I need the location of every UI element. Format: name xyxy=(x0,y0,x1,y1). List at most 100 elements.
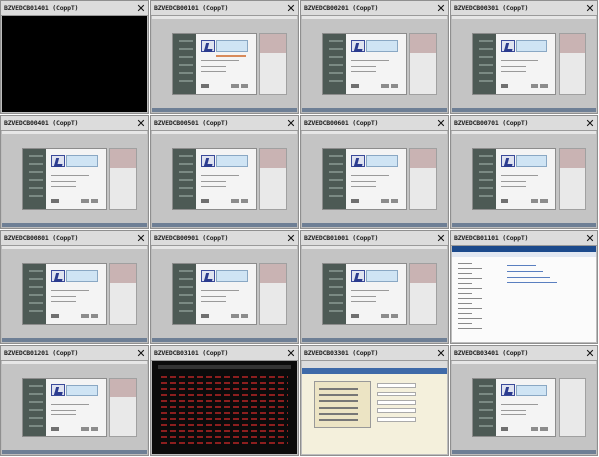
thumbnail-detail xyxy=(29,310,44,313)
session-screen-thumbnail[interactable] xyxy=(452,16,596,112)
close-icon[interactable]: ✕ xyxy=(584,117,596,129)
thumbnail-detail xyxy=(201,301,227,303)
session-screen-thumbnail[interactable] xyxy=(2,246,147,342)
close-icon[interactable]: ✕ xyxy=(285,2,297,14)
thumbnail-detail xyxy=(501,175,538,177)
thumbnail-detail xyxy=(501,84,509,88)
thumbnail-detail xyxy=(515,40,548,52)
thumbnail-detail xyxy=(329,72,344,75)
thumbnail-detail xyxy=(457,313,473,315)
close-icon[interactable]: ✕ xyxy=(135,347,147,359)
session-name: BZVEDCB00901 (CoppT) xyxy=(154,234,229,242)
session-screen-thumbnail[interactable] xyxy=(452,246,596,342)
thumbnail-detail xyxy=(559,149,586,169)
session-screen-thumbnail[interactable] xyxy=(152,16,297,112)
close-icon[interactable]: ✕ xyxy=(435,347,447,359)
thumbnail-detail xyxy=(231,199,239,203)
session-screen-thumbnail[interactable] xyxy=(302,16,447,112)
thumbnail-detail xyxy=(2,246,147,249)
thumbnail-detail xyxy=(51,404,89,406)
thumbnail-detail xyxy=(530,84,538,88)
session-screen-thumbnail[interactable] xyxy=(152,131,297,227)
session-tile-10[interactable]: BZVEDCB00901 (CoppT) ✕ xyxy=(150,230,299,344)
thumbnail-detail xyxy=(201,175,239,177)
session-tile-8[interactable]: BZVEDCB00701 (CoppT) ✕ xyxy=(450,115,598,229)
session-tile-6[interactable]: BZVEDCB00501 (CoppT) ✕ xyxy=(150,115,299,229)
close-icon[interactable]: ✕ xyxy=(135,232,147,244)
session-screen-thumbnail[interactable] xyxy=(2,361,147,454)
session-screen-thumbnail[interactable] xyxy=(302,246,447,342)
thumbnail-detail xyxy=(366,270,399,282)
session-tile-2[interactable]: BZVEDCB00101 (CoppT) ✕ xyxy=(150,0,299,114)
session-screen-thumbnail[interactable] xyxy=(152,246,297,342)
session-screen-thumbnail[interactable] xyxy=(152,361,297,454)
thumbnail-detail xyxy=(319,387,358,390)
session-titlebar: BZVEDCB00701 (CoppT) ✕ xyxy=(451,116,597,131)
thumbnail-detail xyxy=(530,427,538,431)
session-tile-14[interactable]: BZVEDCB03101 (CoppT) ✕ xyxy=(150,345,299,456)
close-icon[interactable]: ✕ xyxy=(584,347,596,359)
close-icon[interactable]: ✕ xyxy=(135,2,147,14)
session-tile-13[interactable]: BZVEDCB01201 (CoppT) ✕ xyxy=(0,345,149,456)
thumbnail-detail xyxy=(366,40,399,52)
session-screen-thumbnail[interactable] xyxy=(2,131,147,227)
thumbnail-detail xyxy=(302,223,447,227)
thumbnail-detail xyxy=(351,314,359,318)
session-name: BZVEDCB01001 (CoppT) xyxy=(304,234,379,242)
thumbnail-detail xyxy=(29,155,44,158)
thumbnail-detail xyxy=(479,64,493,67)
thumbnail-detail xyxy=(179,171,194,174)
session-tile-4[interactable]: BZVEDCB00301 (CoppT) ✕ xyxy=(450,0,598,114)
thumbnail-detail xyxy=(29,187,44,190)
session-tile-15[interactable]: BZVEDCB03301 (CoppT) ✕ xyxy=(300,345,449,456)
thumbnail-detail xyxy=(81,199,89,203)
thumbnail-detail xyxy=(259,33,288,95)
thumbnail-detail xyxy=(452,16,596,19)
thumbnail-detail xyxy=(351,39,365,52)
session-tile-1[interactable]: BZVEDCB01401 (CoppT) ✕ xyxy=(0,0,149,114)
thumbnail-detail xyxy=(29,195,44,198)
thumbnail-detail xyxy=(501,404,538,406)
session-tile-9[interactable]: BZVEDCB00801 (CoppT) ✕ xyxy=(0,230,149,344)
thumbnail-detail xyxy=(457,278,483,280)
session-screen-thumbnail[interactable] xyxy=(452,361,596,454)
session-screen-thumbnail[interactable] xyxy=(2,16,147,112)
thumbnail-detail xyxy=(81,427,89,431)
thumbnail-detail xyxy=(201,66,227,68)
close-icon[interactable]: ✕ xyxy=(285,232,297,244)
close-icon[interactable]: ✕ xyxy=(584,232,596,244)
session-tile-7[interactable]: BZVEDCB00601 (CoppT) ✕ xyxy=(300,115,449,229)
thumbnail-detail xyxy=(51,199,59,203)
thumbnail-detail xyxy=(160,381,289,384)
close-icon[interactable]: ✕ xyxy=(584,2,596,14)
session-tile-3[interactable]: BZVEDCB00201 (CoppT) ✕ xyxy=(300,0,449,114)
session-tile-16[interactable]: BZVEDCB03401 (CoppT) ✕ xyxy=(450,345,598,456)
session-screen-thumbnail[interactable] xyxy=(302,131,447,227)
thumbnail-detail xyxy=(51,269,65,282)
close-icon[interactable]: ✕ xyxy=(285,347,297,359)
thumbnail-detail xyxy=(457,323,473,325)
session-screen-thumbnail[interactable] xyxy=(302,361,447,454)
session-tile-11[interactable]: BZVEDCB01001 (CoppT) ✕ xyxy=(300,230,449,344)
thumbnail-detail xyxy=(457,283,473,285)
thumbnail-detail xyxy=(29,171,44,174)
thumbnail-detail xyxy=(452,251,596,257)
close-icon[interactable]: ✕ xyxy=(435,117,447,129)
thumbnail-detail xyxy=(160,442,289,445)
thumbnail-detail xyxy=(479,40,493,43)
thumbnail-detail xyxy=(558,33,587,95)
thumbnail-detail xyxy=(160,400,289,403)
close-icon[interactable]: ✕ xyxy=(435,2,447,14)
close-icon[interactable]: ✕ xyxy=(285,117,297,129)
thumbnail-detail xyxy=(501,39,515,52)
thumbnail-detail xyxy=(179,286,194,289)
session-tile-5[interactable]: BZVEDCB00401 (CoppT) ✕ xyxy=(0,115,149,229)
session-tile-12[interactable]: BZVEDCB01101 (CoppT) ✕ xyxy=(450,230,598,344)
thumbnail-detail xyxy=(179,187,194,190)
session-name: BZVEDCB00101 (CoppT) xyxy=(154,4,229,12)
thumbnail-detail xyxy=(501,60,538,62)
session-screen-thumbnail[interactable] xyxy=(452,131,596,227)
thumbnail-detail xyxy=(391,199,399,203)
close-icon[interactable]: ✕ xyxy=(135,117,147,129)
close-icon[interactable]: ✕ xyxy=(435,232,447,244)
